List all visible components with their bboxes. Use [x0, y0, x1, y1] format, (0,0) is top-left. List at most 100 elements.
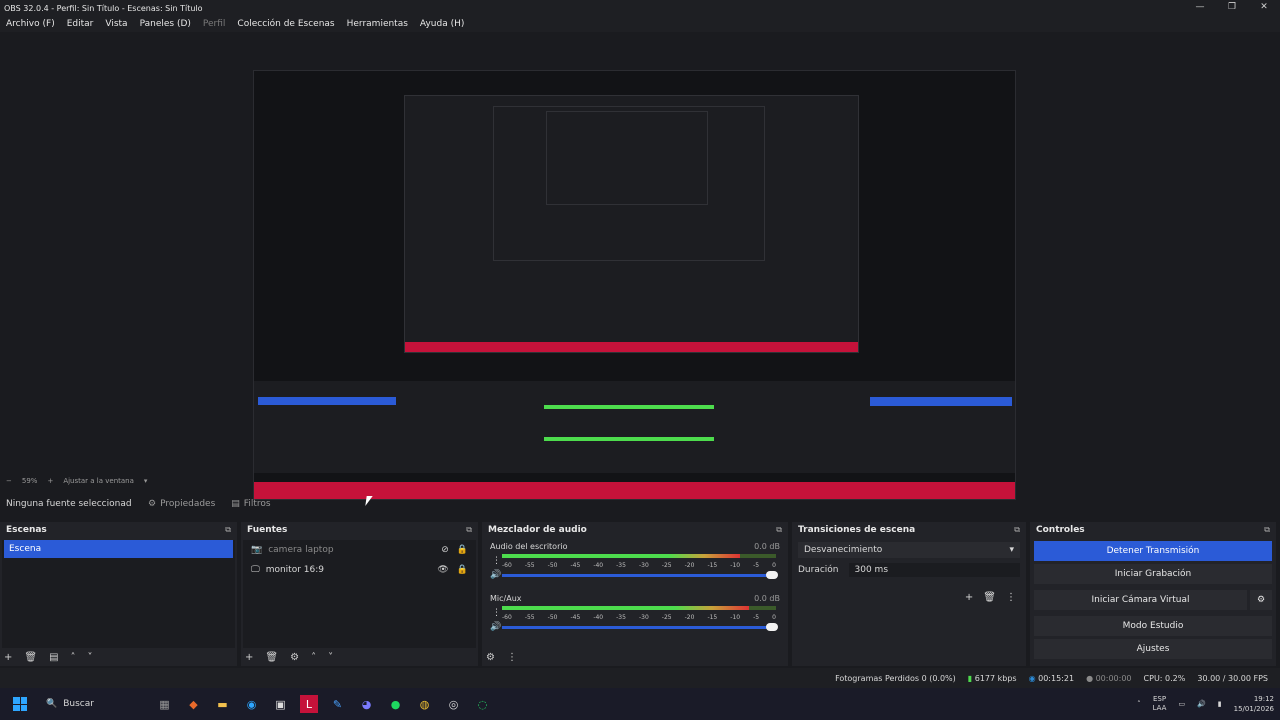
- lock-icon[interactable]: 🔒: [457, 565, 468, 575]
- start-recording-button[interactable]: Iniciar Grabación: [1034, 564, 1272, 584]
- kebab-icon[interactable]: ⋮: [492, 608, 501, 618]
- windows-taskbar: 🔍 Buscar ▦ ◆ ▬ ◉ ▣ L ✎ ◕ ● ◍ ◎ ◌ ˄ ESP L…: [0, 688, 1280, 720]
- track-name: Mic/Aux: [490, 594, 522, 603]
- eye-hidden-icon[interactable]: ⊘: [441, 545, 449, 555]
- spotify-icon[interactable]: ●: [381, 692, 410, 716]
- kebab-icon[interactable]: ⋮: [1006, 592, 1016, 603]
- gear-icon[interactable]: ⚙: [290, 652, 299, 663]
- lock-icon[interactable]: 🔒: [457, 545, 468, 555]
- gear-icon[interactable]: ⚙: [1250, 590, 1272, 610]
- menu-paneles[interactable]: Paneles (D): [134, 19, 197, 29]
- audio-mixer-dock: Mezclador de audio ⧉ Audio del escritori…: [482, 522, 788, 666]
- undock-icon[interactable]: ⧉: [776, 525, 782, 535]
- gear-icon[interactable]: ⚙: [486, 652, 495, 663]
- windows-logo-icon: [13, 697, 27, 711]
- filter-icon[interactable]: ▤: [49, 652, 58, 663]
- obs-icon[interactable]: ◎: [439, 692, 468, 716]
- zoom-fit-dropdown[interactable]: Ajustar a la ventana: [63, 477, 134, 485]
- chevron-down-icon[interactable]: ˅: [88, 652, 93, 663]
- chevron-down-icon[interactable]: ▾: [144, 477, 148, 485]
- menu-editar[interactable]: Editar: [61, 19, 100, 29]
- window-title: OBS 32.0.4 - Perfil: Sin Título - Escena…: [4, 3, 203, 13]
- chevron-up-icon[interactable]: ˄: [1137, 700, 1141, 708]
- store-icon[interactable]: ▣: [266, 692, 295, 716]
- edge-icon[interactable]: ◉: [237, 692, 266, 716]
- kebab-icon[interactable]: ⋮: [492, 556, 501, 566]
- chevron-down-icon[interactable]: ˅: [328, 652, 333, 663]
- menu-vista[interactable]: Vista: [99, 19, 133, 29]
- minimize-button[interactable]: —: [1184, 0, 1216, 16]
- language-indicator[interactable]: ESP LAA: [1153, 695, 1167, 713]
- cpu-usage: CPU: 0.2%: [1143, 673, 1186, 683]
- volume-icon[interactable]: 🔊: [490, 622, 501, 632]
- filters-button[interactable]: ▤ Filtros: [223, 499, 278, 509]
- copilot-icon[interactable]: ◆: [179, 692, 208, 716]
- kebab-icon[interactable]: ⋮: [507, 652, 517, 663]
- source-item[interactable]: 📷 camera laptop ⊘ 🔒: [243, 540, 476, 560]
- eye-icon[interactable]: 👁: [437, 565, 448, 575]
- add-icon[interactable]: +: [4, 652, 12, 663]
- discord-icon[interactable]: ◕: [352, 692, 381, 716]
- settings-button[interactable]: Ajustes: [1034, 639, 1272, 659]
- studio-mode-button[interactable]: Modo Estudio: [1034, 616, 1272, 636]
- undock-icon[interactable]: ⧉: [1014, 525, 1020, 535]
- duration-input[interactable]: 300 ms: [848, 563, 1020, 577]
- clock[interactable]: 19:12 15/01/2026: [1234, 694, 1274, 714]
- add-icon[interactable]: +: [245, 652, 253, 663]
- nested-preview-3: [546, 111, 708, 205]
- level-fill: [502, 554, 741, 558]
- chrome-icon[interactable]: ◍: [410, 692, 439, 716]
- undock-icon[interactable]: ⧉: [225, 525, 231, 535]
- fps: 30.00 / 30.00 FPS: [1197, 673, 1268, 683]
- menu-archivo[interactable]: Archivo (F): [0, 19, 61, 29]
- volume-icon[interactable]: 🔊: [490, 570, 501, 580]
- menu-ayuda[interactable]: Ayuda (H): [414, 19, 470, 29]
- undock-icon[interactable]: ⧉: [1264, 525, 1270, 535]
- transition-select[interactable]: Desvanecimiento ▾: [798, 542, 1020, 558]
- menu-perfil[interactable]: Perfil: [197, 19, 232, 29]
- widgets-icon[interactable]: ▦: [150, 692, 179, 716]
- chevron-up-icon[interactable]: ˄: [71, 652, 76, 663]
- scene-item[interactable]: Escena: [4, 540, 233, 558]
- properties-button[interactable]: ⚙ Propiedades: [140, 499, 223, 509]
- file-explorer-icon[interactable]: ▬: [208, 692, 237, 716]
- duration-label: Duración: [798, 565, 839, 575]
- chevron-up-icon[interactable]: ˄: [311, 652, 316, 663]
- preview-canvas[interactable]: [253, 70, 1016, 500]
- level-meter: [502, 606, 776, 610]
- whatsapp-icon[interactable]: ◌: [468, 692, 497, 716]
- sources-list: 📷 camera laptop ⊘ 🔒 🖵 monitor 16:9 👁 🔒: [243, 540, 476, 648]
- sources-toolbar: + 🗑 ⚙ ˄ ˅: [245, 650, 474, 664]
- meter-tick: -35: [616, 614, 626, 621]
- start-button[interactable]: [0, 697, 40, 711]
- app-l-icon[interactable]: L: [300, 695, 318, 713]
- add-icon[interactable]: +: [965, 592, 973, 603]
- trash-icon[interactable]: 🗑: [265, 652, 278, 663]
- monitor-icon[interactable]: ▭: [1178, 700, 1185, 708]
- start-virtual-camera-button[interactable]: Iniciar Cámara Virtual: [1034, 590, 1247, 610]
- slider-knob[interactable]: [766, 623, 778, 631]
- volume-slider[interactable]: [502, 571, 778, 579]
- taskbar-search[interactable]: 🔍 Buscar: [40, 699, 150, 709]
- maximize-button[interactable]: ❐: [1216, 0, 1248, 16]
- menu-herramientas[interactable]: Herramientas: [341, 19, 414, 29]
- nested-docks: [254, 381, 1015, 473]
- volume-icon[interactable]: 🔊: [1197, 700, 1206, 708]
- trash-icon[interactable]: 🗑: [983, 592, 996, 603]
- stop-stream-button[interactable]: Detener Transmisión: [1034, 541, 1272, 561]
- meter-tick: -55: [524, 614, 535, 621]
- volume-slider[interactable]: [502, 623, 778, 631]
- preview-area[interactable]: [0, 32, 1280, 500]
- source-item[interactable]: 🖵 monitor 16:9 👁 🔒: [243, 560, 476, 580]
- zoom-in-button[interactable]: +: [47, 477, 53, 485]
- app-draw-icon[interactable]: ✎: [323, 692, 352, 716]
- battery-icon[interactable]: ▮: [1218, 700, 1222, 708]
- undock-icon[interactable]: ⧉: [466, 525, 472, 535]
- zoom-out-button[interactable]: −: [6, 477, 12, 485]
- slider-knob[interactable]: [766, 571, 778, 579]
- meter-ticks: -60 -55 -50 -45 -40 -35 -30 -25 -20 -15 -10 -5 0: [502, 562, 776, 569]
- trash-icon[interactable]: 🗑: [24, 652, 37, 663]
- close-button[interactable]: ✕: [1248, 0, 1280, 16]
- menu-coleccion[interactable]: Colección de Escenas: [231, 19, 340, 29]
- mixer-title: Mezclador de audio: [488, 525, 587, 535]
